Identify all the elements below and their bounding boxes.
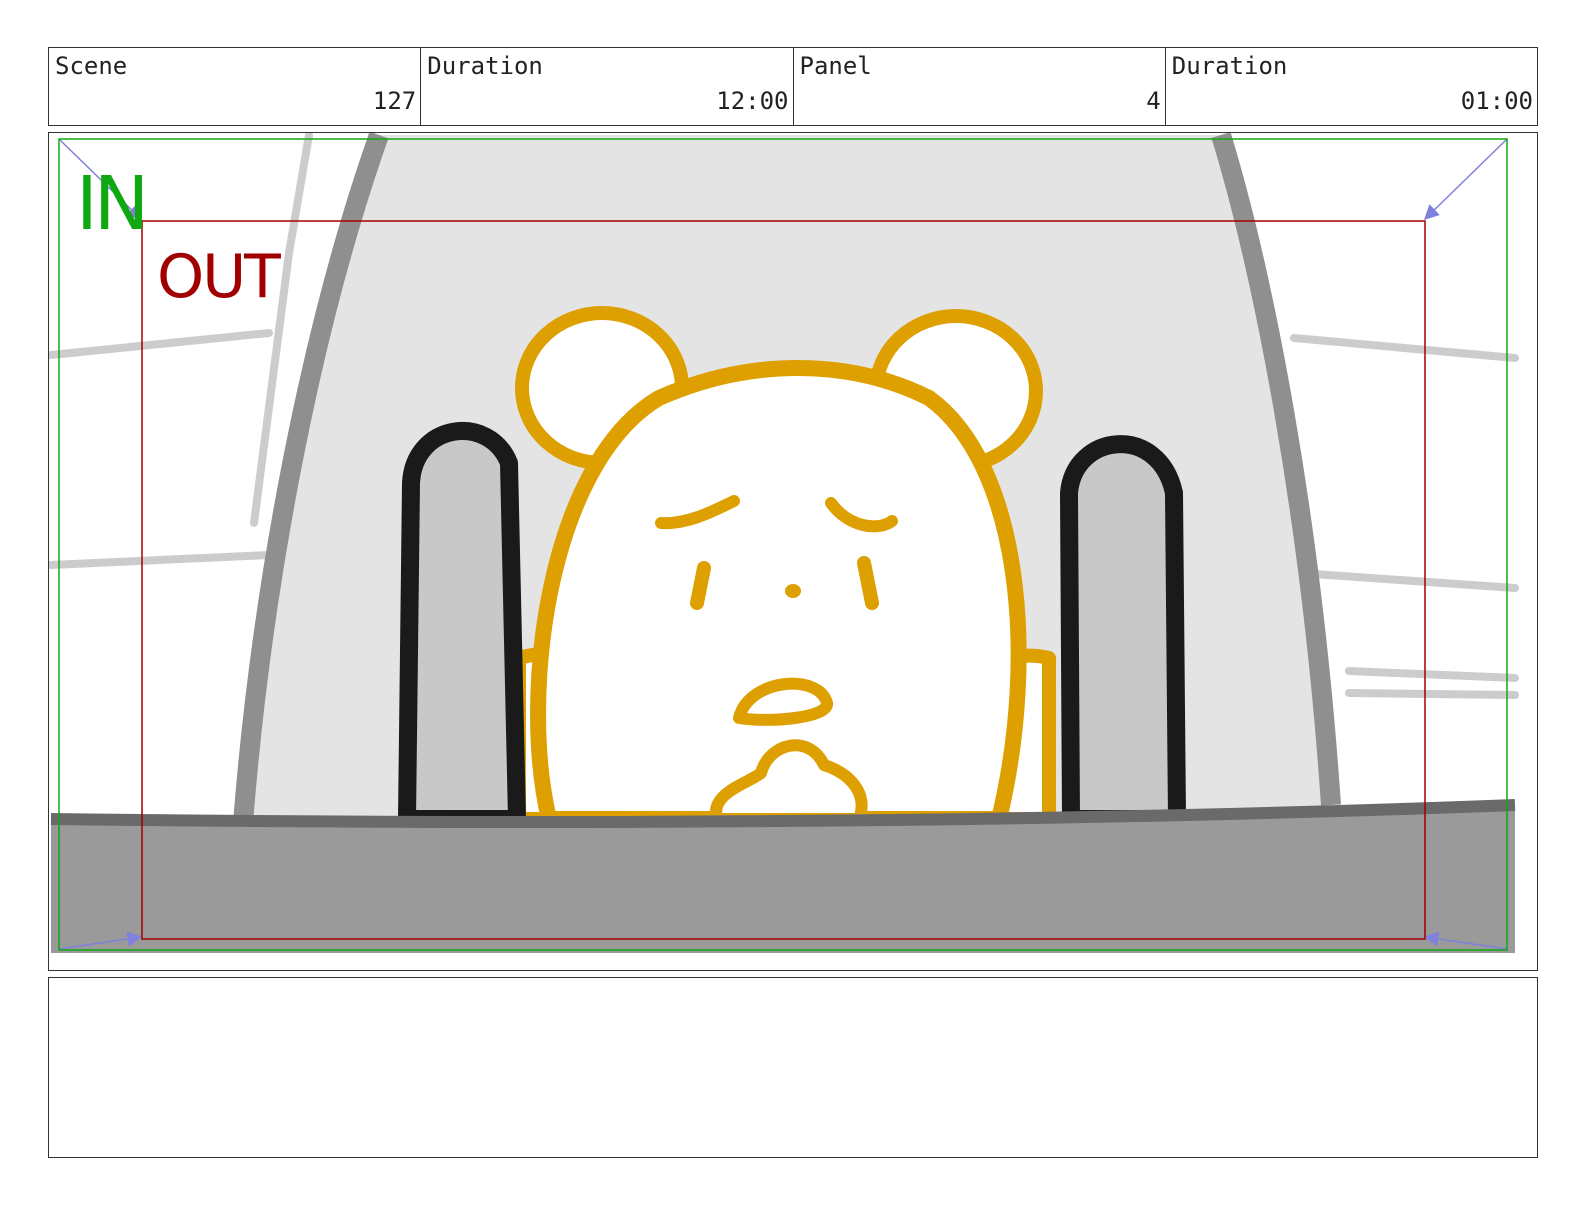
panel-cell: Panel 4 — [794, 48, 1166, 125]
panel-duration-value: 01:00 — [1460, 87, 1533, 115]
panel-notes[interactable] — [48, 977, 1538, 1158]
scene-duration-value: 12:00 — [716, 87, 789, 115]
dashboard — [50, 799, 1516, 953]
panel-duration-label: Duration — [1171, 52, 1288, 80]
panel-number: 4 — [1146, 87, 1161, 115]
panel-duration-cell: Duration 01:00 — [1166, 48, 1537, 125]
storyboard-panel: IN OUT — [48, 132, 1538, 971]
scene-number: 127 — [372, 87, 417, 115]
bear-character — [512, 306, 1056, 827]
scene-duration-label: Duration — [427, 52, 543, 80]
scene-label: Scene — [55, 52, 128, 80]
armrest-left — [398, 422, 526, 828]
scene-duration-cell: Duration 12:00 — [421, 48, 794, 125]
in-frame-label: IN — [76, 161, 149, 247]
armrest-right — [1060, 435, 1186, 828]
panel-label: Panel — [799, 52, 872, 80]
scene-cell: Scene 127 — [49, 48, 422, 125]
panel-header: Scene 127 Duration 12:00 Panel 4 Duratio… — [48, 47, 1538, 126]
out-frame-label: OUT — [157, 242, 281, 312]
